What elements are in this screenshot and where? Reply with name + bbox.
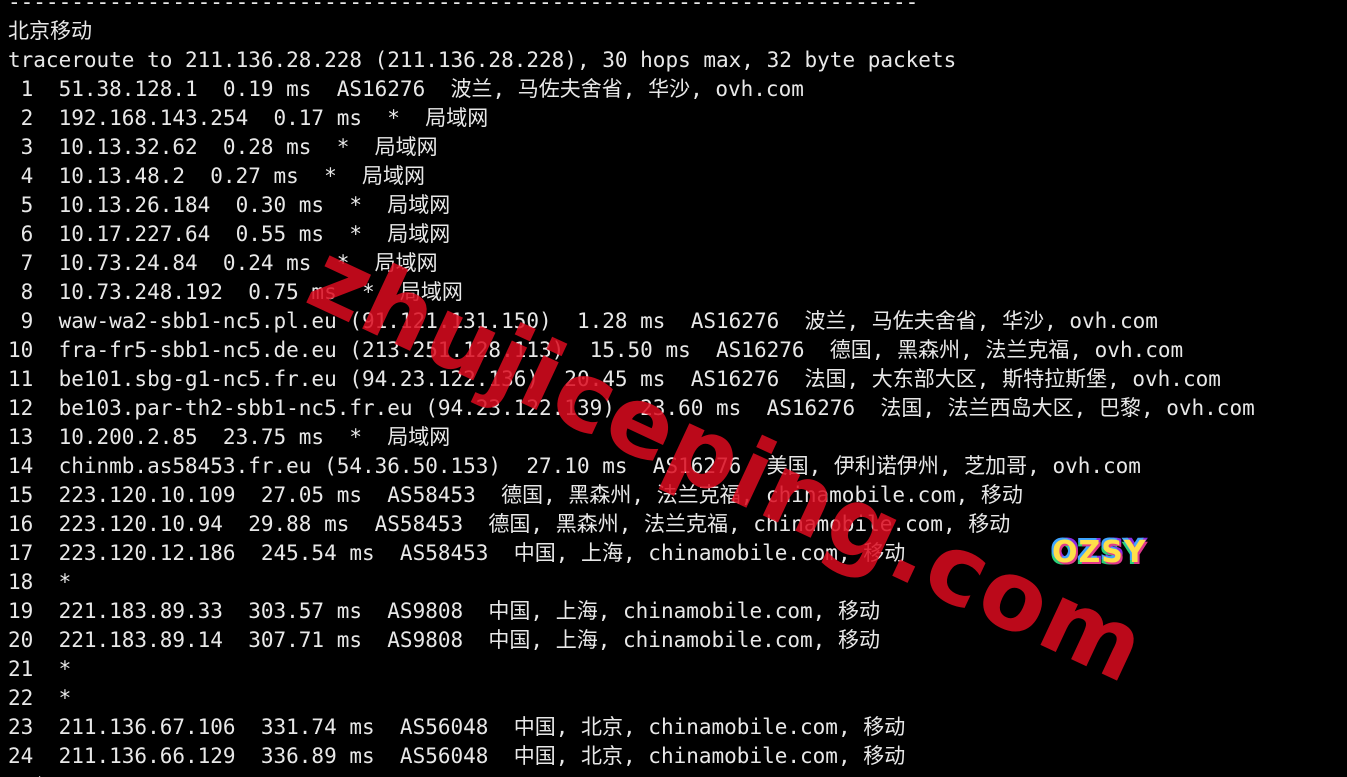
hop-line: 6 10.17.227.64 0.55 ms * 局域网	[8, 222, 451, 246]
hop-line: 8 10.73.248.192 0.75 ms * 局域网	[8, 280, 463, 304]
hop-line: 9 waw-wa2-sbb1-nc5.pl.eu (91.121.131.150…	[8, 309, 1158, 333]
hop-line: *	[8, 771, 1255, 777]
ozsy-logo: OZSY	[1052, 528, 1147, 578]
hop-line: 10 fra-fr5-sbb1-nc5.de.eu (213.251.128.1…	[8, 338, 1184, 362]
logo-text: OZSY	[1052, 535, 1147, 570]
hop-line: 13 10.200.2.85 23.75 ms * 局域网	[8, 425, 451, 449]
hop-line: 22 *	[8, 686, 72, 710]
hop-line: 14 chinmb.as58453.fr.eu (54.36.50.153) 2…	[8, 454, 1141, 478]
hop-line: 11 be101.sbg-g1-nc5.fr.eu (94.23.122.136…	[8, 367, 1221, 391]
terminal-output: ----------------------------------------…	[8, 0, 1255, 777]
traceroute-header: traceroute to 211.136.28.228 (211.136.28…	[8, 48, 957, 72]
hop-line: 7 10.73.24.84 0.24 ms * 局域网	[8, 251, 438, 275]
hop-line: 2 192.168.143.254 0.17 ms * 局域网	[8, 106, 489, 130]
section-title: 北京移动	[8, 19, 92, 43]
separator-line: ----------------------------------------…	[8, 0, 919, 14]
hop-line: 24 211.136.66.129 336.89 ms AS56048 中国, …	[8, 744, 906, 768]
hop-line: 4 10.13.48.2 0.27 ms * 局域网	[8, 164, 426, 188]
hop-line: 5 10.13.26.184 0.30 ms * 局域网	[8, 193, 451, 217]
hop-line: 3 10.13.32.62 0.28 ms * 局域网	[8, 135, 438, 159]
hop-line: 12 be103.par-th2-sbb1-nc5.fr.eu (94.23.1…	[8, 396, 1255, 420]
hop-line: 20 221.183.89.14 307.71 ms AS9808 中国, 上海…	[8, 628, 880, 652]
hop-line: 21 *	[8, 657, 72, 681]
hop-line: 19 221.183.89.33 303.57 ms AS9808 中国, 上海…	[8, 599, 880, 623]
hop-line: 15 223.120.10.109 27.05 ms AS58453 德国, 黑…	[8, 483, 1023, 507]
hop-line: 1 51.38.128.1 0.19 ms AS16276 波兰, 马佐夫舍省,…	[8, 77, 804, 101]
terminal-window[interactable]: ----------------------------------------…	[0, 0, 1347, 777]
hop-line: 23 211.136.67.106 331.74 ms AS56048 中国, …	[8, 715, 906, 739]
